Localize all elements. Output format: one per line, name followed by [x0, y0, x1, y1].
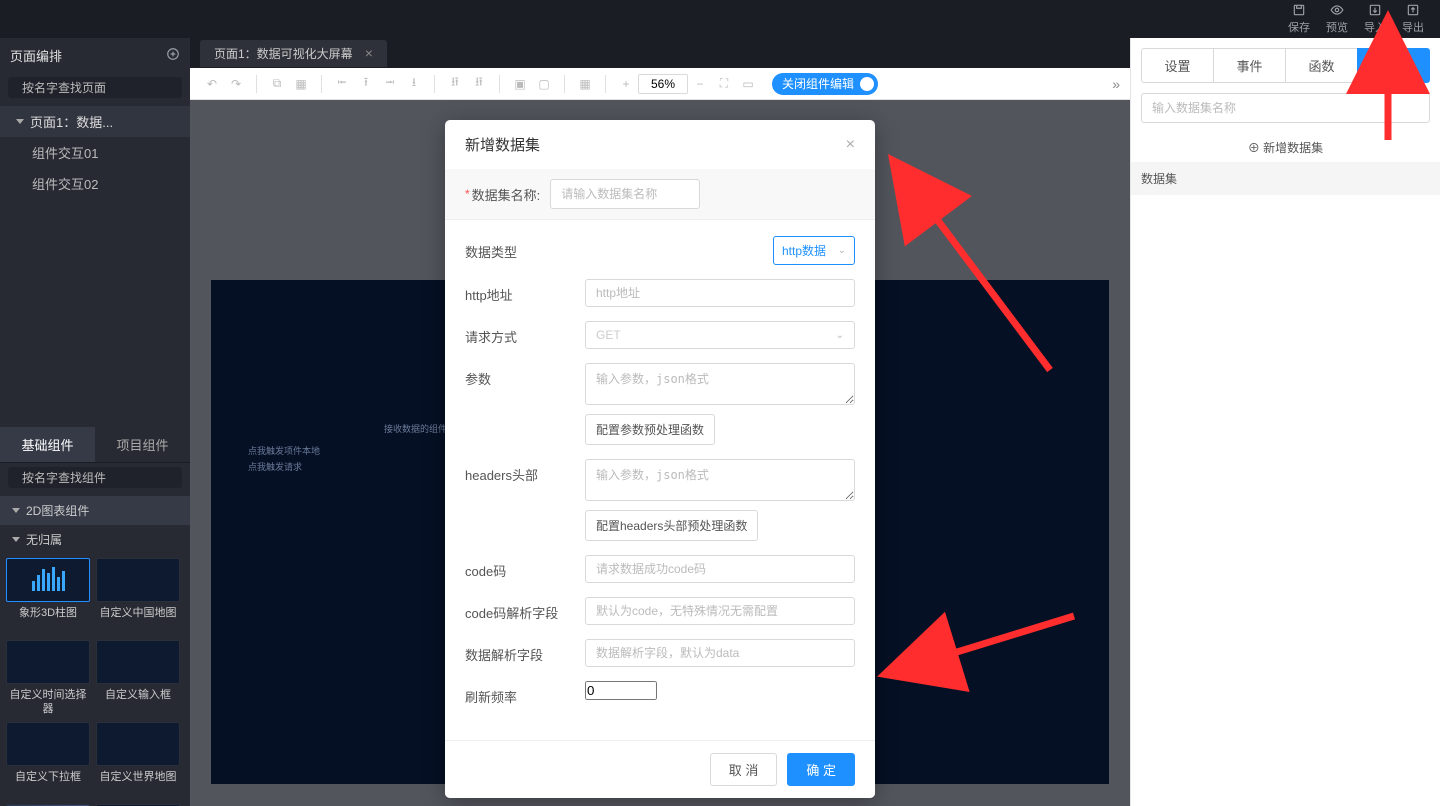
- method-select[interactable]: GET ⌄: [585, 321, 855, 349]
- tab-project-components[interactable]: 项目组件: [95, 427, 190, 462]
- chevron-down-icon: ⌄: [836, 330, 844, 341]
- tab-settings[interactable]: 设置: [1141, 48, 1214, 83]
- component-search-input[interactable]: [22, 471, 177, 485]
- dataset-name-input[interactable]: [550, 179, 700, 209]
- data-field-input[interactable]: [585, 639, 855, 667]
- tab-events[interactable]: 事件: [1213, 48, 1286, 83]
- eye-icon: [1329, 3, 1345, 17]
- component-item[interactable]: 自定义中国地图: [96, 558, 180, 634]
- add-page-button[interactable]: [166, 47, 180, 64]
- refresh-input[interactable]: [585, 681, 657, 700]
- left-panel-title: 页面编排: [10, 46, 62, 65]
- dataset-group-header: 数据集: [1131, 162, 1440, 195]
- method-label: 请求方式: [465, 321, 585, 346]
- import-action[interactable]: 导入: [1364, 3, 1386, 35]
- dataset-search[interactable]: [1141, 93, 1430, 123]
- ok-button[interactable]: 确 定: [787, 753, 855, 786]
- code-field-label: code码解析字段: [465, 597, 585, 622]
- code-field-input[interactable]: [585, 597, 855, 625]
- add-dataset-modal: 新增数据集 × * 数据集名称: 数据类型 http数据 ⌄: [445, 120, 875, 798]
- params-label: 参数: [465, 363, 585, 388]
- params-preprocess-button[interactable]: 配置参数预处理函数: [585, 414, 715, 445]
- modal-title: 新增数据集: [465, 134, 540, 155]
- component-thumb: [6, 558, 90, 602]
- data-type-label: 数据类型: [465, 236, 585, 261]
- refresh-label: 刷新频率: [465, 681, 585, 706]
- dataset-search-input[interactable]: [1152, 94, 1419, 122]
- export-label: 导出: [1402, 19, 1424, 35]
- modal-backdrop: 新增数据集 × * 数据集名称: 数据类型 http数据 ⌄: [190, 38, 1130, 806]
- save-label: 保存: [1288, 19, 1310, 35]
- component-item[interactable]: 自定义世界地图: [96, 722, 180, 798]
- plus-circle-icon: [166, 47, 180, 61]
- page-search-input[interactable]: [22, 81, 177, 95]
- cancel-button[interactable]: 取 消: [710, 753, 778, 786]
- import-icon: [1367, 3, 1383, 17]
- section-unassigned[interactable]: 无归属: [0, 525, 190, 554]
- code-input[interactable]: [585, 555, 855, 583]
- code-label: code码: [465, 555, 585, 580]
- add-dataset-button[interactable]: ⊕ 新增数据集: [1131, 133, 1440, 162]
- chevron-down-icon: ⌄: [838, 245, 846, 256]
- preview-action[interactable]: 预览: [1326, 3, 1348, 35]
- export-action[interactable]: 导出: [1402, 3, 1424, 35]
- dataset-name-label: 数据集名称:: [472, 185, 541, 204]
- section-2d-charts[interactable]: 2D图表组件: [0, 496, 190, 525]
- component-item[interactable]: 自定义时间选择器: [6, 640, 90, 716]
- tree-page-item[interactable]: 页面1：数据...: [0, 106, 190, 137]
- topbar: 保存 预览 导入 导出: [0, 0, 1440, 38]
- left-panel: 页面编排 页面1：数据... 组件交互01 组件交互02 基础组件 项目组件 2…: [0, 38, 190, 806]
- right-panel: 设置 事件 函数 数据集 ⊕ 新增数据集 数据集: [1130, 38, 1440, 806]
- component-item[interactable]: 象形3D柱图: [6, 558, 90, 634]
- page-search[interactable]: [8, 77, 182, 98]
- component-item[interactable]: 自定义下拉框: [6, 722, 90, 798]
- required-star: *: [465, 187, 470, 201]
- params-input[interactable]: [585, 363, 855, 405]
- preview-label: 预览: [1326, 19, 1348, 35]
- component-item[interactable]: 自定义输入框: [96, 640, 180, 716]
- data-field-label: 数据解析字段: [465, 639, 585, 664]
- tab-functions[interactable]: 函数: [1285, 48, 1358, 83]
- modal-close-button[interactable]: ×: [846, 136, 855, 154]
- headers-preprocess-button[interactable]: 配置headers头部预处理函数: [585, 510, 758, 541]
- component-grid: 象形3D柱图 自定义中国地图 自定义时间选择器 自定义输入框 自定义下拉框 自定…: [0, 554, 190, 806]
- tab-basic-components[interactable]: 基础组件: [0, 427, 95, 462]
- http-url-label: http地址: [465, 279, 585, 304]
- http-url-input[interactable]: [585, 279, 855, 307]
- data-type-select[interactable]: http数据 ⌄: [773, 236, 855, 265]
- save-icon: [1291, 3, 1307, 17]
- center-panel: 页面1：数据可视化大屏幕 × ↶ ↷ ⧉ ▦ ⭰ ⭱ ⭲ ⭳ ⭿ ⭿ ▣ ▢ ▦…: [190, 38, 1130, 806]
- headers-input[interactable]: [585, 459, 855, 501]
- component-search[interactable]: [8, 467, 182, 488]
- headers-label: headers头部: [465, 459, 585, 484]
- tree-child-2[interactable]: 组件交互02: [0, 168, 190, 199]
- tree-child-1[interactable]: 组件交互01: [0, 137, 190, 168]
- tab-datasets[interactable]: 数据集: [1357, 48, 1430, 83]
- import-label: 导入: [1364, 19, 1386, 35]
- save-action[interactable]: 保存: [1288, 3, 1310, 35]
- export-icon: [1405, 3, 1421, 17]
